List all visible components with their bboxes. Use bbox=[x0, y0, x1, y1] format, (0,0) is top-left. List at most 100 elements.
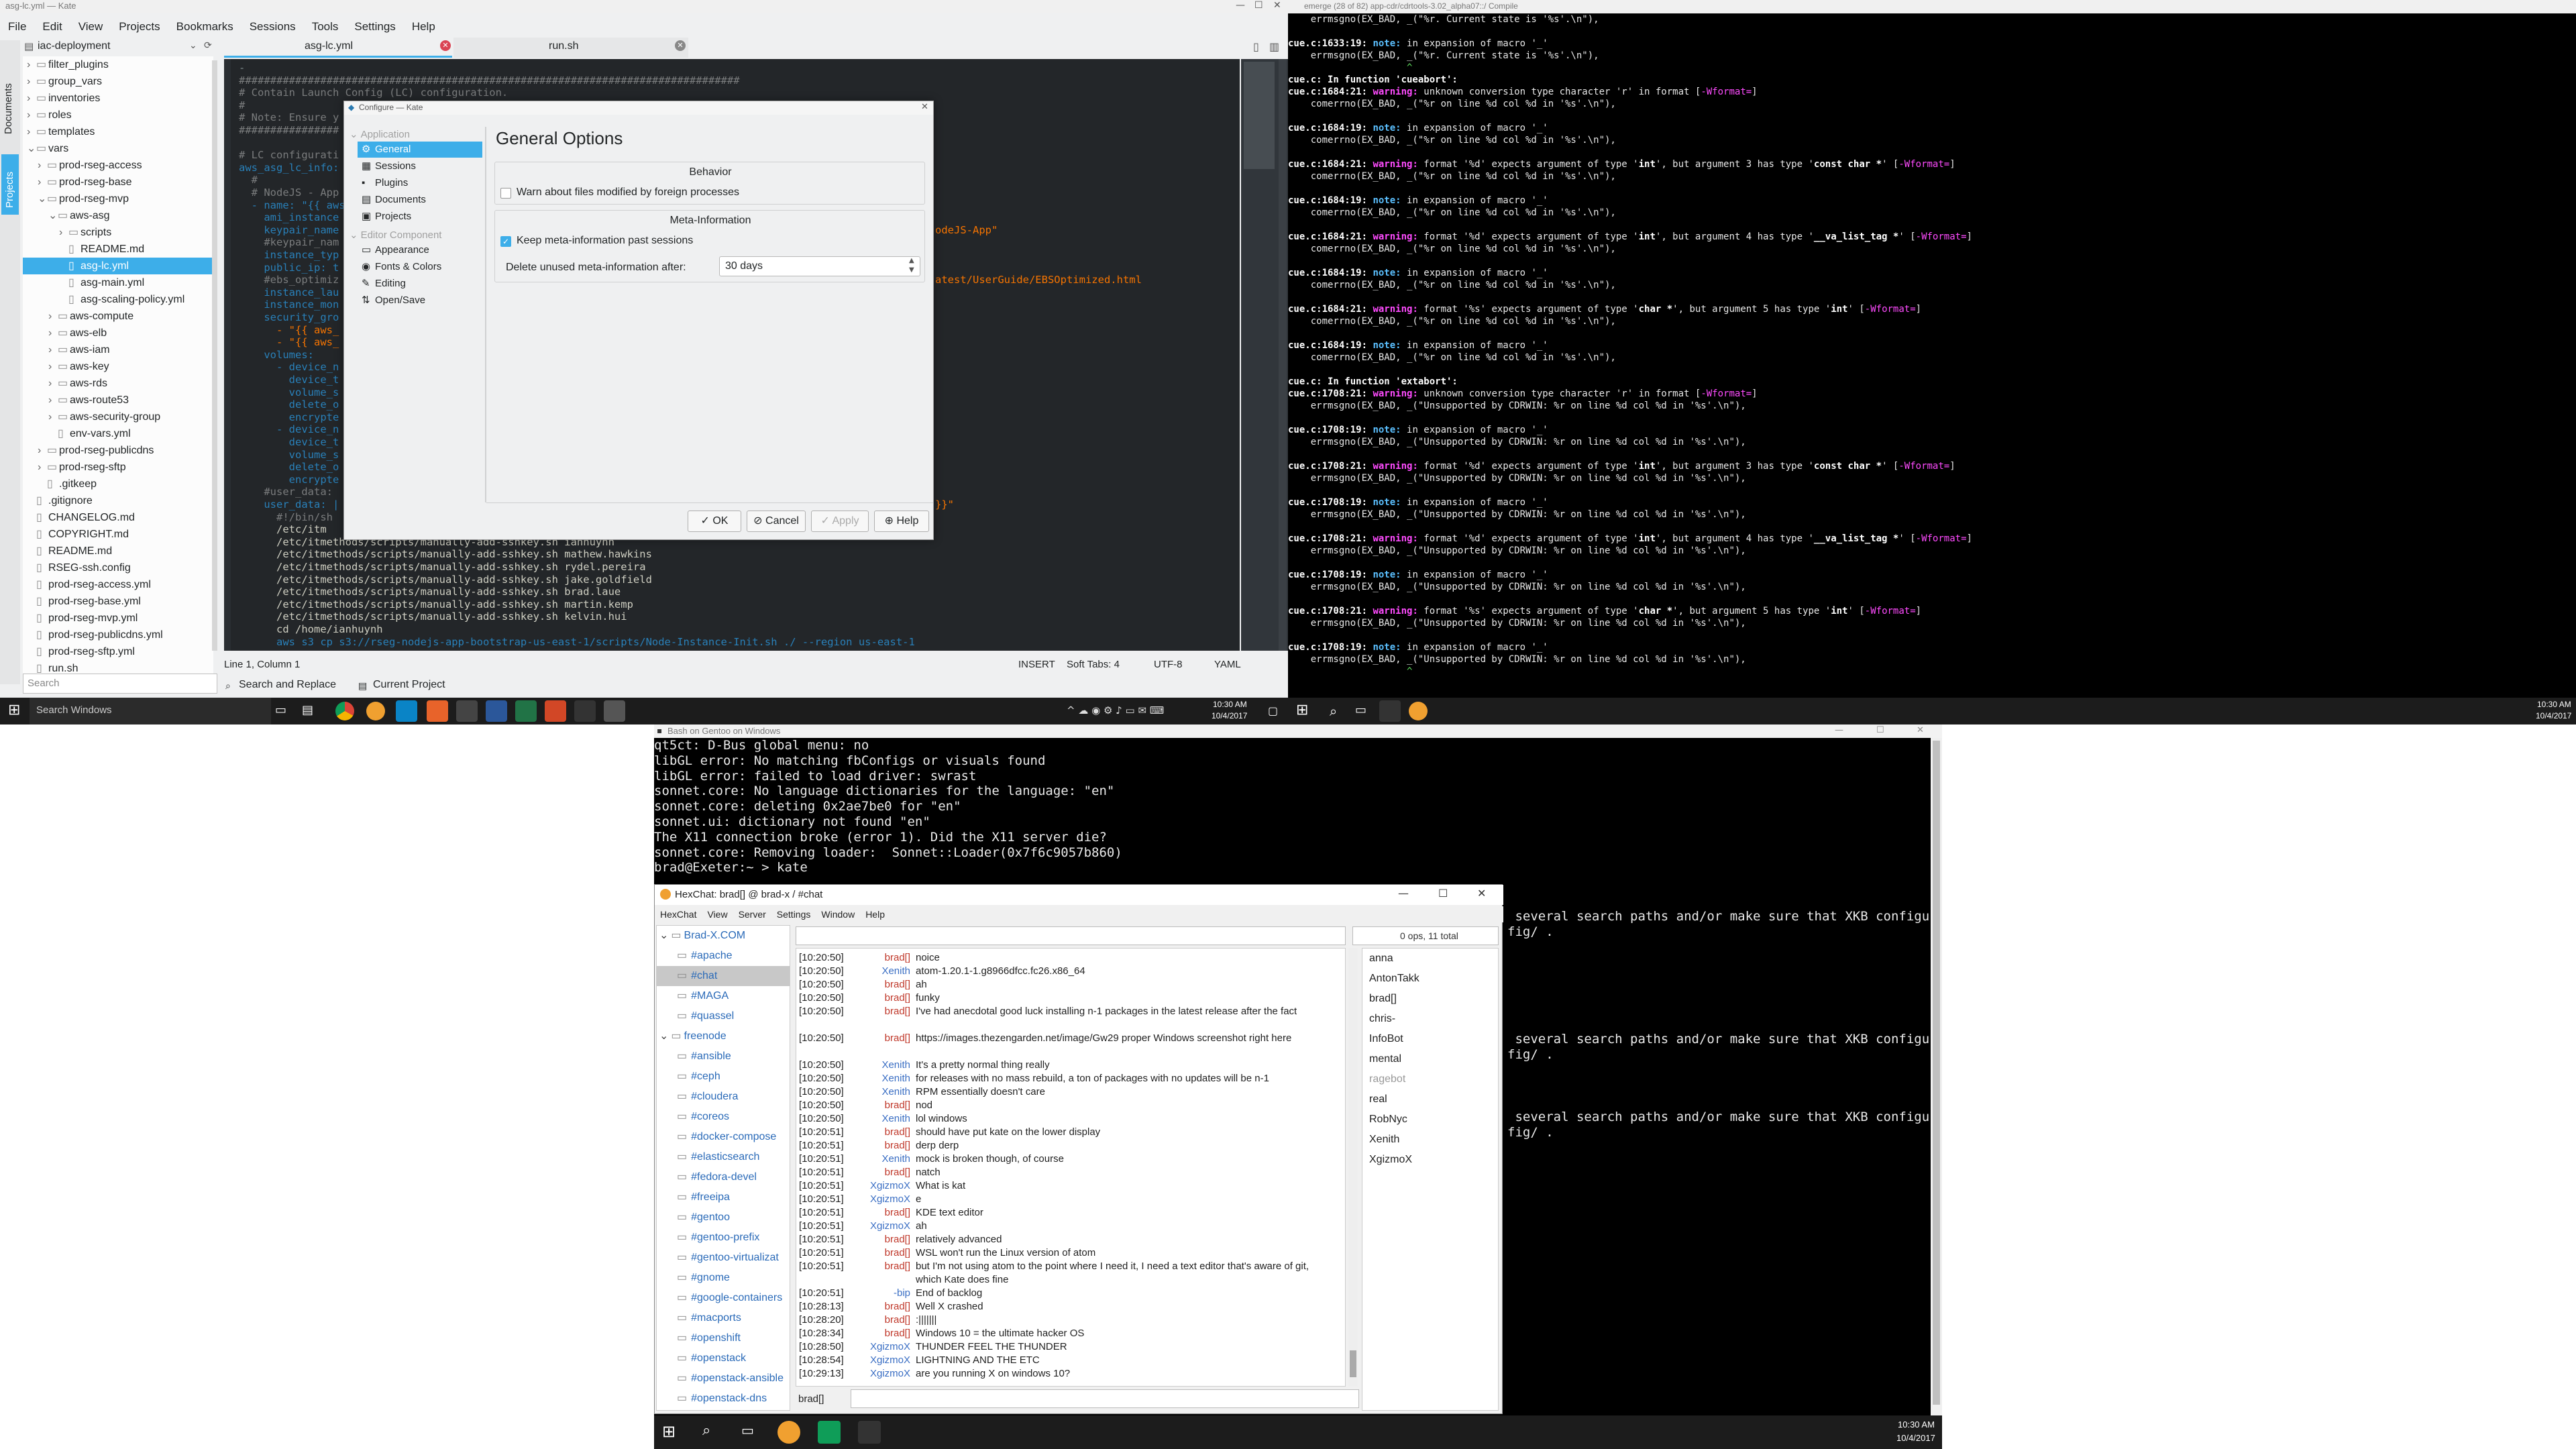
spin-down-icon[interactable]: ▼ bbox=[909, 266, 914, 274]
channel-item[interactable]: ▭ #cloudera bbox=[657, 1087, 790, 1107]
maximize-icon[interactable]: ☐ bbox=[1438, 887, 1448, 900]
menu-edit[interactable]: Edit bbox=[34, 13, 70, 40]
nick[interactable]: brad[] bbox=[843, 1246, 910, 1260]
search-icon[interactable]: ⌕ bbox=[1330, 703, 1337, 719]
hexchat-icon[interactable] bbox=[777, 1421, 800, 1444]
editor-scrollbar[interactable] bbox=[1279, 59, 1287, 651]
channel-item[interactable]: ▭ #freeipa bbox=[657, 1187, 790, 1208]
tree-item[interactable]: › ▭ aws-elb bbox=[23, 325, 213, 341]
tree-item[interactable]: › ▭ templates bbox=[23, 123, 213, 140]
emerge-terminal[interactable]: errmsgno(EX_BAD, _("%r. Current state is… bbox=[1288, 13, 2576, 698]
nick[interactable]: XgizmoX bbox=[843, 1193, 910, 1206]
minimap-viewport[interactable] bbox=[1244, 62, 1275, 169]
chevron-right-icon[interactable]: › bbox=[48, 375, 58, 392]
clock-date[interactable]: 10/4/2017 bbox=[1212, 711, 1247, 720]
close-icon[interactable]: ✕ bbox=[1477, 887, 1486, 900]
tree-item[interactable]: ▯ RSEG-ssh.config bbox=[23, 559, 213, 576]
document-icon[interactable]: ▯ bbox=[1253, 40, 1259, 53]
scrollbar-thumb[interactable] bbox=[1933, 741, 1940, 1405]
channel-item[interactable]: ▭ #openstack-dns bbox=[657, 1389, 790, 1409]
scrollbar-thumb[interactable] bbox=[1350, 1350, 1356, 1377]
user-item[interactable]: mental bbox=[1362, 1049, 1498, 1069]
network-item[interactable]: ⌄ ▭ Brad-X.COM bbox=[657, 926, 790, 946]
side-tab-projects[interactable]: Projects bbox=[4, 172, 15, 208]
nav-item-fonts-colors[interactable]: ◉ Fonts & Colors bbox=[358, 259, 482, 275]
tab-asg-lc[interactable]: asg-lc.yml ✕ bbox=[224, 38, 452, 58]
user-item[interactable]: chris- bbox=[1362, 1009, 1498, 1029]
tree-item[interactable]: › ▭ prod-rseg-sftp bbox=[23, 459, 213, 476]
minimap[interactable] bbox=[1241, 59, 1288, 651]
tree-item[interactable]: › ▭ aws-rds bbox=[23, 375, 213, 392]
tree-item[interactable]: ▯ prod-rseg-sftp.yml bbox=[23, 643, 213, 660]
menu-help[interactable]: Help bbox=[404, 13, 443, 40]
reload-icon[interactable]: ⟳ bbox=[204, 40, 212, 51]
nick[interactable]: brad[] bbox=[843, 1300, 910, 1313]
nav-item-plugins[interactable]: ▪ Plugins bbox=[358, 175, 482, 191]
channel-item[interactable]: ▭ #fedora-devel bbox=[657, 1167, 790, 1187]
channel-item[interactable]: ▭ #gentoo-prefix bbox=[657, 1228, 790, 1248]
close-icon[interactable]: ✕ bbox=[1917, 725, 1924, 735]
channel-item[interactable]: ▭ #elasticsearch bbox=[657, 1147, 790, 1167]
chevron-right-icon[interactable]: › bbox=[27, 90, 36, 107]
nick[interactable]: brad[] bbox=[843, 951, 910, 965]
word-icon[interactable] bbox=[486, 700, 507, 722]
nick[interactable]: -bip bbox=[843, 1287, 910, 1300]
network-item[interactable]: ⌄ ▭ freenode bbox=[657, 1026, 790, 1046]
excel-icon[interactable] bbox=[515, 700, 537, 722]
channel-item[interactable]: ▭ #apache bbox=[657, 946, 790, 966]
terminal-icon[interactable] bbox=[858, 1421, 881, 1444]
tree-item[interactable]: ▯ prod-rseg-access.yml bbox=[23, 576, 213, 593]
chevron-right-icon[interactable]: › bbox=[48, 409, 58, 425]
nav-item-projects[interactable]: ▣ Projects bbox=[358, 209, 482, 225]
chevron-right-icon[interactable]: › bbox=[48, 308, 58, 325]
nick[interactable]: brad[] bbox=[843, 1233, 910, 1246]
tree-item[interactable]: › ▭ aws-compute bbox=[23, 308, 213, 325]
nick[interactable]: brad[] bbox=[843, 1313, 910, 1327]
nick[interactable]: XgizmoX bbox=[843, 1179, 910, 1193]
nav-item-appearance[interactable]: ▭ Appearance bbox=[358, 242, 482, 258]
taskbar-search-box[interactable]: Search Windows bbox=[30, 698, 271, 724]
tree-item[interactable]: ⌄▭ aws-asg bbox=[23, 207, 213, 224]
chevron-right-icon[interactable]: › bbox=[38, 442, 47, 459]
tray-icons[interactable]: ^ ☁ ◉ ⚙ ♪ ▭ ✉ ⌨ bbox=[1067, 704, 1164, 716]
chevron-down-icon[interactable]: ⌄ bbox=[659, 930, 668, 941]
tree-item[interactable]: ▯ prod-rseg-mvp.yml bbox=[23, 610, 213, 627]
channel-item[interactable]: ▭ #quassel bbox=[657, 1006, 790, 1026]
tree-item[interactable]: › ▭ aws-security-group bbox=[23, 409, 213, 425]
tree-item[interactable]: ▯ README.md bbox=[23, 241, 213, 258]
close-tab-icon[interactable]: ✕ bbox=[440, 40, 451, 51]
channel-item[interactable]: ▭ #gentoo-virtualizat bbox=[657, 1248, 790, 1268]
nick[interactable]: brad[] bbox=[843, 991, 910, 1005]
current-project-tab[interactable]: Current Project bbox=[373, 679, 445, 691]
nav-item-sessions[interactable]: ▦ Sessions bbox=[358, 158, 482, 174]
channel-item[interactable]: ▭ #openstack bbox=[657, 1348, 790, 1368]
chevron-down-icon[interactable]: ⌄ bbox=[189, 40, 197, 51]
chevron-right-icon[interactable]: › bbox=[38, 157, 47, 174]
tree-item[interactable]: › ▭ inventories bbox=[23, 90, 213, 107]
chevron-right-icon[interactable]: › bbox=[48, 358, 58, 375]
menu-bookmarks[interactable]: Bookmarks bbox=[168, 13, 241, 40]
close-tab-icon[interactable]: ✕ bbox=[675, 40, 686, 51]
nick[interactable]: brad[] bbox=[843, 1327, 910, 1340]
channel-item[interactable]: ▭ #gnome bbox=[657, 1268, 790, 1288]
clock-date[interactable]: 10/4/2017 bbox=[1896, 1433, 1935, 1443]
chat-scrollbar[interactable] bbox=[1348, 948, 1358, 1387]
nick[interactable]: Xenith bbox=[843, 1112, 910, 1126]
message-input[interactable] bbox=[851, 1389, 1359, 1408]
chevron-right-icon[interactable]: › bbox=[27, 56, 36, 73]
channel-item[interactable]: ▭ #MAGA bbox=[657, 986, 790, 1006]
nick[interactable]: Xenith bbox=[843, 1152, 910, 1166]
user-item[interactable]: AntonTakk bbox=[1362, 969, 1498, 989]
user-item[interactable]: real bbox=[1362, 1089, 1498, 1110]
nick[interactable]: brad[] bbox=[843, 1139, 910, 1152]
menu-hexchat[interactable]: HexChat bbox=[655, 906, 702, 922]
topic-bar[interactable] bbox=[796, 926, 1346, 945]
tree-item[interactable]: ▯ .gitignore bbox=[23, 492, 213, 509]
menu-view[interactable]: View bbox=[702, 906, 733, 922]
minimize-icon[interactable]: — bbox=[1398, 887, 1409, 900]
terminal-icon[interactable] bbox=[1379, 700, 1401, 722]
menu-server[interactable]: Server bbox=[733, 906, 771, 922]
tree-item[interactable]: ▯ .gitkeep bbox=[23, 476, 213, 492]
nick[interactable]: XgizmoX bbox=[843, 1354, 910, 1367]
terminal-icon[interactable] bbox=[574, 700, 596, 722]
